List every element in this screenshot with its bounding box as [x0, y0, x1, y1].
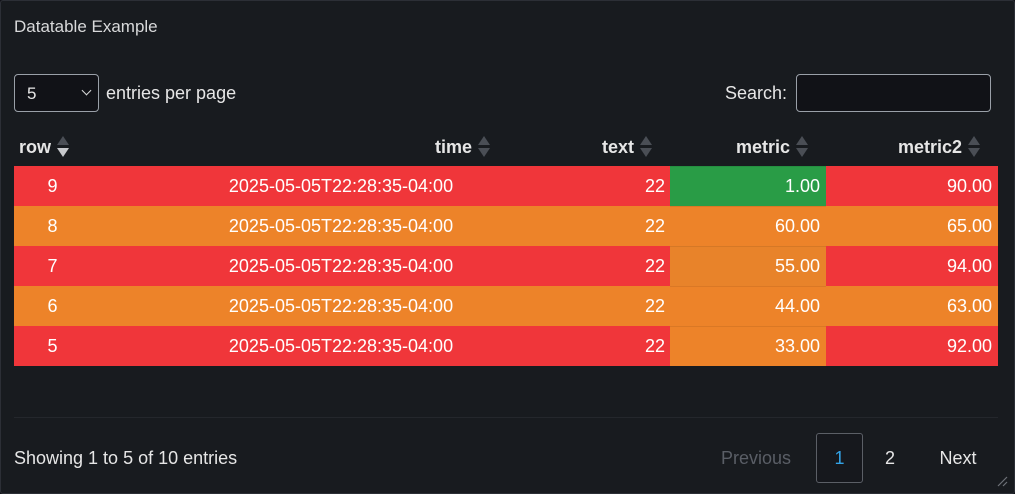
cell-metric2: 65.00 — [946, 215, 992, 236]
entries-per-page-label: entries per page — [106, 83, 237, 103]
panel-title: Datatable Example — [14, 17, 158, 36]
cell-row: 6 — [47, 295, 58, 316]
cell-time: 2025-05-05T22:28:35-04:00 — [228, 335, 454, 356]
datatable-panel: Datatable Example 5 entries per page Sea… — [0, 0, 1015, 494]
cell-text: 22 — [644, 335, 665, 356]
cell-row: 7 — [47, 255, 58, 276]
table-row: 7 2025-05-05T22:28:35-04:00 22 55.00 94.… — [14, 246, 998, 286]
cell-time: 2025-05-05T22:28:35-04:00 — [228, 295, 454, 316]
table-row: 9 2025-05-05T22:28:35-04:00 22 1.00 90.0… — [14, 166, 998, 206]
table-row: 8 2025-05-05T22:28:35-04:00 22 60.00 65.… — [14, 206, 998, 246]
cell-text: 22 — [644, 295, 665, 316]
sort-icon — [967, 136, 981, 158]
cell-time: 2025-05-05T22:28:35-04:00 — [228, 255, 454, 276]
table-body: 9 2025-05-05T22:28:35-04:00 22 1.00 90.0… — [14, 166, 998, 366]
cell-text: 22 — [644, 215, 665, 236]
cell-metric2: 63.00 — [946, 295, 992, 316]
cell-metric: 33.00 — [670, 326, 826, 366]
cell-text: 22 — [644, 255, 665, 276]
column-header-row[interactable]: row — [19, 129, 91, 165]
resize-handle-icon[interactable] — [996, 475, 1008, 487]
cell-time: 2025-05-05T22:28:35-04:00 — [228, 215, 454, 236]
cell-row: 5 — [47, 335, 58, 356]
column-header-metric[interactable]: metric — [653, 129, 809, 165]
entries-per-page-select[interactable]: 5 — [14, 74, 99, 112]
page-button-2[interactable]: 2 — [867, 433, 913, 483]
page-button-1[interactable]: 1 — [816, 433, 863, 483]
cell-metric2: 90.00 — [946, 175, 992, 196]
column-header-metric2[interactable]: metric2 — [809, 129, 981, 165]
next-page-button[interactable]: Next — [919, 433, 997, 483]
cell-text: 22 — [644, 175, 665, 196]
cell-metric2: 92.00 — [946, 335, 992, 356]
table-row: 5 2025-05-05T22:28:35-04:00 22 33.00 92.… — [14, 326, 998, 366]
cell-row: 9 — [47, 175, 58, 196]
chevron-down-icon — [81, 85, 92, 96]
search-input[interactable] — [796, 74, 991, 112]
sort-desc-icon — [56, 136, 70, 158]
cell-row: 8 — [47, 215, 58, 236]
cell-metric: 1.00 — [670, 166, 826, 206]
footer-divider — [14, 417, 998, 418]
cell-time: 2025-05-05T22:28:35-04:00 — [228, 175, 454, 196]
sort-icon — [795, 136, 809, 158]
entries-per-page-value: 5 — [27, 84, 37, 103]
cell-metric2: 94.00 — [946, 255, 992, 276]
previous-page-button[interactable]: Previous — [701, 433, 811, 483]
column-header-text[interactable]: text — [491, 129, 653, 165]
table-info: Showing 1 to 5 of 10 entries — [14, 448, 238, 468]
sort-icon — [477, 136, 491, 158]
cell-metric: 55.00 — [670, 246, 826, 286]
table-row: 6 2025-05-05T22:28:35-04:00 22 44.00 63.… — [14, 286, 998, 326]
column-header-time[interactable]: time — [91, 129, 491, 165]
cell-metric: 60.00 — [670, 206, 826, 246]
search-label: Search: — [725, 83, 788, 103]
sort-icon — [639, 136, 653, 158]
cell-metric: 44.00 — [670, 286, 826, 326]
table-header: row time text metric metric2 — [14, 129, 998, 165]
